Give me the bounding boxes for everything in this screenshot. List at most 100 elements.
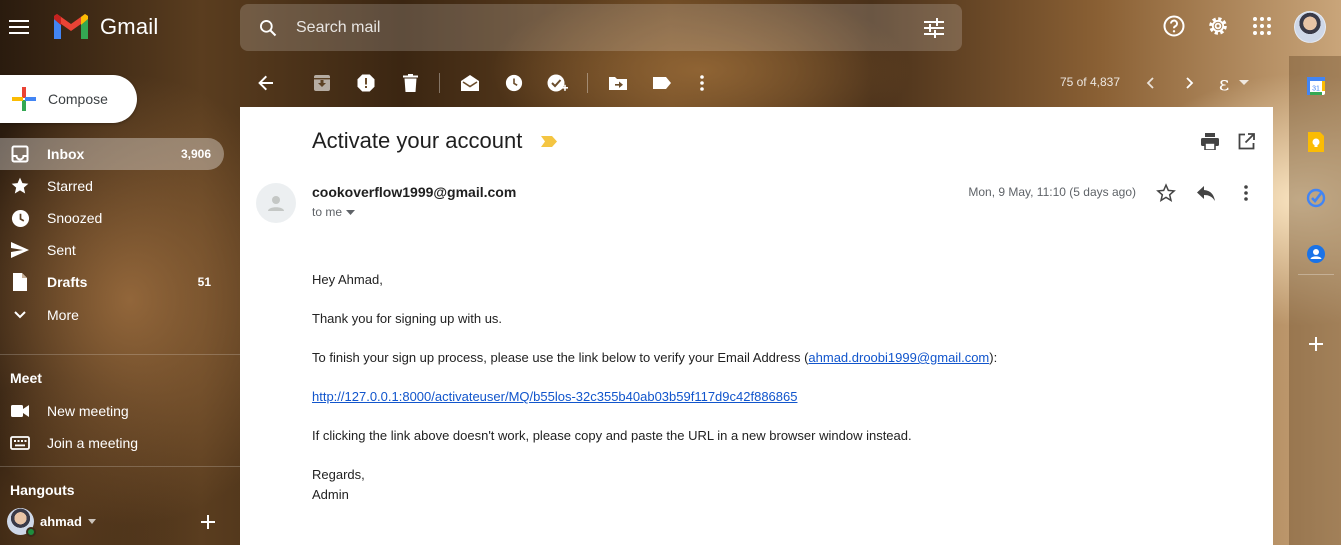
- back-button[interactable]: [251, 68, 281, 98]
- gmail-m-icon: [54, 14, 88, 39]
- new-meeting-label: New meeting: [47, 403, 129, 419]
- print-icon: [1201, 132, 1219, 150]
- hangouts-username: ahmad: [40, 514, 82, 529]
- message-date: Mon, 9 May, 11:10 (5 days ago): [968, 185, 1136, 199]
- join-meeting-button[interactable]: Join a meeting: [0, 427, 224, 459]
- search-options-button[interactable]: [906, 4, 962, 51]
- keyboard-icon: [0, 427, 40, 459]
- tasks-icon: [1306, 188, 1326, 208]
- sidebar-item-inbox[interactable]: Inbox 3,906: [0, 138, 224, 170]
- body-regards: Regards,: [312, 467, 365, 482]
- chevron-down-icon: [0, 299, 40, 331]
- sidebar-item-more[interactable]: More: [0, 299, 224, 331]
- more-vert-icon: [1244, 185, 1248, 201]
- input-tools-button[interactable]: ε: [1212, 68, 1256, 98]
- main-menu-button[interactable]: [6, 13, 34, 41]
- body-line-1: Thank you for signing up with us.: [312, 311, 503, 326]
- search-bar[interactable]: [240, 4, 962, 51]
- compose-plus-icon: [0, 75, 48, 123]
- report-spam-button[interactable]: [351, 68, 381, 98]
- sidebar-item-snoozed[interactable]: Snoozed: [0, 202, 224, 234]
- body-link-line: http://127.0.0.1:8000/activateuser/MQ/b5…: [312, 389, 797, 404]
- account-avatar[interactable]: [1294, 11, 1326, 43]
- support-button[interactable]: [1160, 12, 1188, 40]
- open-in-new-icon: [1238, 132, 1255, 149]
- sidebar-item-starred[interactable]: Starred: [0, 170, 224, 202]
- compose-button[interactable]: Compose: [0, 75, 137, 123]
- keep-addon-button[interactable]: [1303, 129, 1329, 155]
- search-icon: [260, 19, 277, 36]
- contacts-addon-button[interactable]: [1303, 241, 1329, 267]
- labels-button[interactable]: [647, 68, 677, 98]
- arrow-back-icon: [258, 75, 273, 91]
- clock-icon: [0, 202, 40, 234]
- delete-button[interactable]: [395, 68, 425, 98]
- star-icon: [0, 170, 40, 202]
- apps-grid-icon: [1253, 17, 1271, 35]
- reply-button[interactable]: [1193, 180, 1219, 206]
- new-meeting-button[interactable]: New meeting: [0, 395, 224, 427]
- video-camera-icon: [0, 395, 40, 427]
- archive-icon: [314, 75, 330, 91]
- sender-email[interactable]: cookoverflow1999@gmail.com: [312, 184, 516, 200]
- move-to-button[interactable]: [603, 68, 633, 98]
- important-marker-icon[interactable]: [541, 136, 557, 147]
- sidebar-item-drafts[interactable]: Drafts 51: [0, 266, 224, 298]
- message-view: Activate your account cookoverflow1999@g…: [240, 107, 1273, 545]
- online-status-dot: [26, 527, 36, 537]
- tune-icon: [924, 17, 944, 38]
- caret-down-icon: [346, 209, 356, 215]
- recipient-details[interactable]: to me: [312, 205, 356, 219]
- body-line-2-suffix: ):: [989, 350, 998, 365]
- sidebar-divider: [0, 354, 240, 355]
- help-icon: [1163, 15, 1185, 37]
- body-greeting: Hey Ahmad,: [312, 272, 383, 287]
- archive-button[interactable]: [307, 68, 337, 98]
- hangouts-avatar: [7, 508, 36, 537]
- contacts-icon: [1307, 245, 1325, 263]
- star-button[interactable]: [1153, 180, 1179, 206]
- spam-icon: [357, 74, 375, 92]
- message-more-button[interactable]: [1233, 180, 1259, 206]
- drafts-count-badge: 51: [197, 275, 211, 289]
- print-button[interactable]: [1197, 128, 1223, 154]
- inbox-icon: [0, 138, 40, 170]
- search-input[interactable]: [296, 18, 906, 37]
- hangouts-user[interactable]: ahmad: [7, 508, 96, 537]
- chevron-left-icon: [1146, 77, 1154, 89]
- input-tool-glyph: ε: [1218, 71, 1230, 95]
- calendar-addon-button[interactable]: 31: [1303, 73, 1329, 99]
- plus-icon: [201, 515, 215, 529]
- sidebar-item-label: More: [47, 307, 79, 323]
- tasks-addon-button[interactable]: [1303, 185, 1329, 211]
- older-button[interactable]: [1175, 68, 1205, 98]
- pagination-text: 75 of 4,837: [1059, 75, 1120, 89]
- draft-file-icon: [0, 266, 40, 298]
- newer-button[interactable]: [1135, 68, 1165, 98]
- person-icon: [268, 196, 284, 211]
- snooze-button[interactable]: [499, 68, 529, 98]
- more-vert-icon: [700, 75, 704, 91]
- message-subject: Activate your account: [312, 128, 523, 153]
- more-actions-button[interactable]: [687, 68, 717, 98]
- body-signature: Admin: [312, 487, 349, 502]
- add-to-tasks-button[interactable]: [543, 68, 573, 98]
- label-icon: [653, 77, 671, 89]
- hamburger-icon: [9, 20, 29, 34]
- sidebar-item-sent[interactable]: Sent: [0, 234, 224, 266]
- sidebar-item-label: Sent: [47, 242, 76, 258]
- verify-email-link[interactable]: ahmad.droobi1999@gmail.com: [808, 350, 989, 365]
- gmail-logo[interactable]: Gmail: [52, 12, 158, 42]
- gear-icon: [1209, 17, 1227, 35]
- activation-link[interactable]: http://127.0.0.1:8000/activateuser/MQ/b5…: [312, 389, 797, 404]
- settings-button[interactable]: [1204, 12, 1232, 40]
- body-line-2: To finish your sign up process, please u…: [312, 350, 997, 365]
- apps-button[interactable]: [1248, 12, 1276, 40]
- new-conversation-button[interactable]: [196, 510, 220, 534]
- open-in-new-window-button[interactable]: [1233, 128, 1259, 154]
- search-button[interactable]: [240, 4, 296, 51]
- caret-down-icon: [87, 519, 96, 524]
- mark-unread-button[interactable]: [455, 68, 485, 98]
- get-addons-button[interactable]: [1303, 331, 1329, 357]
- sidebar-divider: [0, 466, 240, 467]
